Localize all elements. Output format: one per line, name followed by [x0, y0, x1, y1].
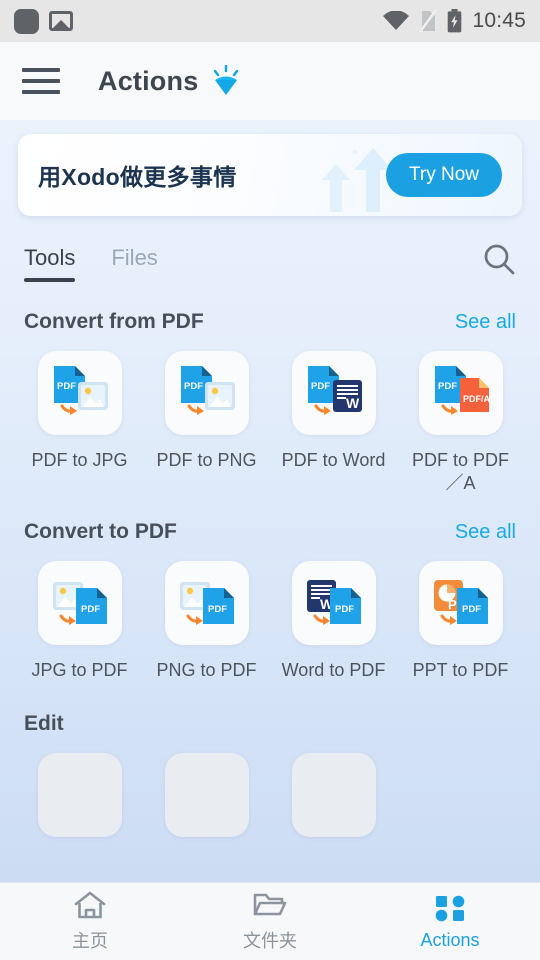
tool-tile: PDF [37, 561, 122, 645]
tool-tile: PDF [164, 561, 249, 645]
nav-item-home[interactable]: 主页 [0, 890, 180, 953]
status-bar-clock: 10:45 [472, 9, 526, 32]
status-bar-right-icons: 10:45 [383, 9, 526, 33]
image-to-pdf-icon: PDF [179, 582, 234, 625]
folder-icon [253, 893, 287, 916]
scroll-content[interactable]: 用Xodo做更多事情 Try Now Tools Files Convert f… [0, 120, 540, 882]
tool-tile [291, 752, 376, 837]
app-bar: Actions [0, 42, 540, 120]
status-bar: 10:45 [0, 0, 540, 42]
tool-tile [37, 752, 122, 837]
section-title: Convert from PDF [24, 310, 204, 333]
nav-item-folder[interactable]: 文件夹 [180, 890, 360, 953]
tool-tile [164, 752, 249, 837]
svg-text:W: W [346, 395, 360, 411]
tool-png-to-pdf[interactable]: PDF PNG to PDF [143, 561, 270, 682]
svg-text:PDF: PDF [208, 604, 227, 615]
tool-pdf-to-jpg[interactable]: PDF PDF to JPG [16, 351, 143, 494]
tool-label: JPG to PDF [31, 660, 128, 680]
tool-tile: P PDF [418, 561, 503, 645]
svg-text:PDF: PDF [57, 381, 76, 392]
image-icon [49, 11, 73, 31]
svg-text:PDF: PDF [311, 381, 330, 392]
pdf-to-image-icon: PDF [180, 366, 235, 415]
search-icon[interactable] [482, 242, 516, 284]
tool-jpg-to-pdf[interactable]: PDF JPG to PDF [16, 561, 143, 682]
promo-banner[interactable]: 用Xodo做更多事情 Try Now [18, 134, 522, 216]
section-header: Edit [0, 712, 540, 736]
tool-pdf-to-png[interactable]: PDF PDF to PNG [143, 351, 270, 494]
grid-apps-icon [435, 895, 465, 921]
svg-text:PDF: PDF [335, 604, 354, 615]
tool-grid: PDF JPG to PDF PDF PNG to PDF W PDF Word… [0, 561, 540, 682]
app-screen: 10:45 Actions 用Xodo做更多事情 Try Now Tools F… [0, 0, 540, 960]
tool-tile: PDF [37, 351, 122, 435]
tool-label: PNG to PDF [156, 660, 257, 680]
no-sim-icon [419, 9, 438, 33]
battery-charging-icon [448, 9, 462, 33]
see-all-link-convert-from-pdf[interactable]: See all [455, 311, 516, 334]
word-to-pdf-icon: W PDF [306, 580, 361, 625]
tool-ppt-to-pdf[interactable]: P PDF PPT to PDF [397, 561, 524, 682]
tool-tile: PDF [164, 351, 249, 435]
tab-files[interactable]: Files [111, 245, 157, 282]
image-to-pdf-icon: PDF [52, 582, 107, 625]
see-all-link-convert-to-pdf[interactable]: See all [455, 521, 516, 544]
tool-label: Word to PDF [281, 660, 386, 680]
tool-pdf-to-word[interactable]: PDF W PDF to Word [270, 351, 397, 494]
section-header: Convert from PDF See all [0, 310, 540, 334]
section-title: Convert to PDF [24, 520, 177, 543]
edit-tool-partial[interactable] [16, 752, 143, 837]
svg-text:PDF/A: PDF/A [463, 394, 491, 404]
page-title: Actions [98, 65, 199, 96]
rounded-square-icon [14, 8, 39, 34]
edit-tool-spacer [397, 753, 524, 837]
tool-label: PDF to JPG [31, 450, 128, 470]
svg-text:PDF: PDF [438, 381, 457, 392]
pdf-to-image-icon: PDF [53, 366, 108, 415]
section-title: Edit [24, 711, 64, 735]
section-convert-from-pdf: Convert from PDF See all PDF PDF to JPG … [0, 310, 540, 494]
status-bar-left-icons [14, 8, 73, 34]
tab-bar: Tools Files [0, 216, 540, 284]
tool-word-to-pdf[interactable]: W PDF Word to PDF [270, 561, 397, 682]
tool-tile: PDF W [291, 351, 376, 435]
nav-label: 主页 [72, 931, 108, 951]
tool-pdf-to-pdfa[interactable]: PDF PDF/A PDF to PDF／A [397, 351, 524, 494]
gem-icon[interactable] [211, 65, 241, 97]
home-icon [74, 891, 106, 919]
try-now-button[interactable]: Try Now [385, 153, 502, 197]
pdf-to-word-icon: PDF W [307, 366, 362, 415]
svg-text:PDF: PDF [81, 604, 100, 615]
tool-tile: PDF PDF/A [418, 351, 503, 435]
bottom-navigation: 主页 文件夹 Actions [0, 882, 540, 960]
svg-text:PDF: PDF [462, 604, 481, 615]
svg-text:PDF: PDF [184, 381, 203, 392]
section-edit: Edit [0, 712, 540, 837]
pdf-to-pdfa-icon: PDF PDF/A [434, 366, 491, 415]
edit-tool-partial[interactable] [143, 752, 270, 837]
tool-grid: PDF PDF to JPG PDF PDF to PNG PDF W PDF … [0, 351, 540, 494]
section-convert-to-pdf: Convert to PDF See all PDF JPG to PDF PD… [0, 520, 540, 682]
section-header: Convert to PDF See all [0, 520, 540, 544]
ppt-to-pdf-icon: P PDF [433, 580, 488, 625]
promo-banner-text: 用Xodo做更多事情 [38, 164, 237, 190]
svg-text:P: P [448, 597, 457, 612]
tool-label: PDF to PDF／A [411, 450, 509, 493]
tool-label: PDF to Word [281, 450, 386, 470]
hamburger-menu-icon[interactable] [22, 68, 60, 94]
nav-label: 文件夹 [243, 931, 297, 951]
nav-item-actions[interactable]: Actions [360, 893, 540, 951]
wifi-icon [383, 11, 410, 30]
tool-grid [0, 752, 540, 837]
tool-tile: W PDF [291, 561, 376, 645]
tool-label: PDF to PNG [156, 450, 257, 470]
tab-tools[interactable]: Tools [24, 245, 76, 282]
edit-tool-partial[interactable] [270, 752, 397, 837]
nav-label: Actions [420, 929, 480, 950]
tool-label: PPT to PDF [412, 660, 509, 680]
